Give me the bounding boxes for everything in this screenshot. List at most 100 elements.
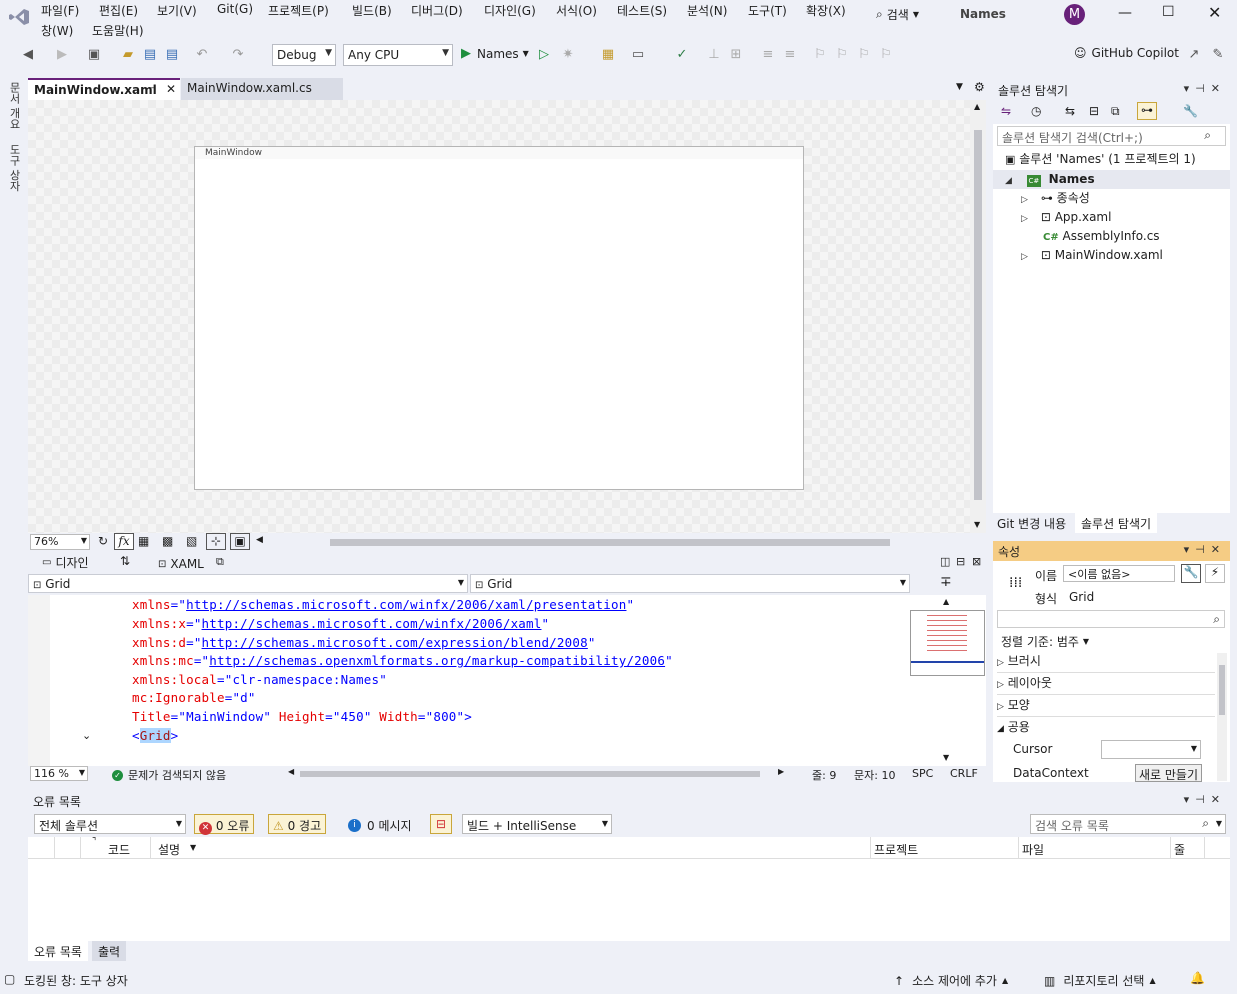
menu-help[interactable]: 도움말(H)	[92, 22, 144, 39]
minimize-icon[interactable]: —	[1118, 5, 1132, 21]
panel-controls[interactable]: ▾⊣✕	[1184, 82, 1226, 95]
refresh-icon[interactable]: ↻	[98, 534, 108, 548]
column-project[interactable]: 프로젝트	[874, 841, 918, 858]
scroll-thumb[interactable]	[974, 130, 982, 500]
notification-bell-icon[interactable]: 🔔	[1190, 971, 1205, 985]
tab-output[interactable]: 출력	[92, 941, 127, 961]
collapse-all-icon[interactable]: ⊟	[1089, 104, 1099, 118]
wrench-icon[interactable]: 🔧	[1183, 104, 1198, 118]
menu-design[interactable]: 디자인(G)	[484, 2, 536, 19]
switch-views-icon[interactable]: ⇋	[1001, 104, 1011, 118]
gear-icon[interactable]: ⚙	[974, 80, 985, 94]
menu-test[interactable]: 테스트(S)	[617, 2, 667, 19]
collapse-chevron-icon[interactable]: ⌄	[82, 729, 91, 742]
warnings-filter-button[interactable]: ⚠ 0 경고	[268, 814, 327, 834]
error-search-input[interactable]: 검색 오류 목록 ⌕ ▼	[1030, 814, 1226, 834]
scope-select[interactable]: 전체 솔루션 ▼	[34, 814, 186, 834]
distribute-icon[interactable]: ⊞	[728, 47, 744, 63]
grid-icon[interactable]: ▦	[138, 534, 149, 548]
column-indicator[interactable]: 문자: 10	[854, 767, 895, 783]
tab-git-changes[interactable]: Git 변경 내용	[997, 515, 1066, 532]
xaml-code-editor[interactable]: xmlns="http://schemas.microsoft.com/winf…	[28, 595, 986, 766]
select-repository-button[interactable]: ▥ 리포지토리 선택 ▲	[1044, 972, 1156, 989]
category-brush[interactable]: ▷ 브러시	[997, 652, 1215, 673]
xaml-designer-surface[interactable]: MainWindow ▲ ▼	[28, 100, 986, 533]
column-code[interactable]: 코드	[108, 841, 130, 858]
menu-file[interactable]: 파일(F)	[41, 2, 79, 19]
errors-filter-button[interactable]: ✕ 0 오류	[194, 814, 255, 835]
line-ending-indicator[interactable]: CRLF	[950, 767, 978, 780]
tree-item-app-xaml[interactable]: ▷ ⊡ App.xaml	[1021, 208, 1111, 227]
filter-icon[interactable]: ⊟	[430, 814, 452, 834]
menu-extensions[interactable]: 확장(X)	[806, 2, 846, 19]
tab-solution-explorer[interactable]: 솔루션 탐색기	[1075, 513, 1158, 533]
column-line[interactable]: 줄	[1174, 841, 1185, 858]
swap-panes-icon[interactable]: ⇅	[120, 554, 130, 568]
preview-selected-icon[interactable]: ⊶	[1137, 102, 1157, 120]
sort-by-dropdown[interactable]: 정렬 기준: 범주 ▼	[1001, 633, 1089, 650]
properties-search-input[interactable]: ⌕	[997, 610, 1225, 628]
scroll-left-icon[interactable]: ◀	[256, 535, 263, 545]
undo-icon[interactable]: ↶	[194, 47, 210, 63]
tab-mainwindow-xaml-cs[interactable]: MainWindow.xaml.cs	[181, 78, 343, 100]
issues-indicator[interactable]: ✓ 문제가 검색되지 않음	[112, 767, 226, 783]
window-preview[interactable]: MainWindow	[194, 146, 804, 490]
events-lightning-icon[interactable]: ⚡	[1205, 564, 1225, 583]
scroll-left-icon[interactable]: ◀	[288, 767, 294, 776]
code-minimap[interactable]	[910, 610, 985, 676]
properties-wrench-icon[interactable]: 🔧	[1181, 564, 1201, 583]
menu-analyze[interactable]: 분석(N)	[687, 2, 727, 19]
scroll-thumb[interactable]	[1219, 665, 1225, 715]
zoom-select[interactable]: 76% ▼	[30, 534, 90, 550]
collapse-pane-icon[interactable]: ⊠	[972, 555, 981, 568]
element-scope-left[interactable]: ⊡ Grid ▼	[28, 574, 468, 593]
folder-view-icon[interactable]: ▦	[600, 47, 616, 63]
editor-zoom-select[interactable]: 116 % ▼	[30, 766, 88, 781]
menu-project[interactable]: 프로젝트(P)	[268, 2, 329, 19]
spellcheck-icon[interactable]: ✓	[674, 47, 690, 63]
tree-item-dependencies[interactable]: ▷ ⊶ 종속성	[1021, 189, 1090, 208]
github-copilot-button[interactable]: ☺ GitHub Copilot	[1074, 46, 1179, 60]
layout-icon[interactable]: ▭	[630, 47, 646, 63]
panel-controls[interactable]: ▾⊣✕	[1184, 543, 1226, 556]
save-all-icon[interactable]: ▤	[164, 47, 180, 63]
category-common[interactable]: ◢ 공용	[997, 718, 1215, 739]
line-indicator[interactable]: 줄: 9	[812, 767, 836, 783]
new-datacontext-button[interactable]: 새로 만들기	[1135, 764, 1203, 782]
menu-git[interactable]: Git(G)	[217, 2, 253, 16]
maximize-icon[interactable]: ☐	[1162, 4, 1175, 20]
scroll-right-icon[interactable]: ▶	[778, 767, 784, 776]
horizontal-split-icon[interactable]: ⊟	[956, 555, 965, 568]
category-layout[interactable]: ▷ 레이아웃	[997, 674, 1215, 695]
forward-icon[interactable]: ▶	[54, 47, 70, 63]
panel-controls[interactable]: ▾⊣✕	[1184, 793, 1226, 806]
scroll-down-icon[interactable]: ▼	[974, 520, 980, 529]
align-icon[interactable]: ⊥	[706, 47, 722, 63]
feedback-icon[interactable]: ✎	[1210, 47, 1226, 63]
show-all-files-icon[interactable]: ⧉	[1111, 104, 1120, 119]
scroll-down-icon[interactable]: ▼	[943, 753, 949, 762]
cursor-select[interactable]: ▼	[1101, 740, 1201, 759]
tab-error-list[interactable]: 오류 목록	[28, 941, 88, 961]
close-icon[interactable]: ✕	[1208, 3, 1221, 22]
tab-design[interactable]: ▭ 디자인	[42, 554, 89, 571]
open-folder-icon[interactable]: ▰	[120, 47, 136, 63]
menu-format[interactable]: 서식(O)	[556, 2, 597, 19]
fx-toggle[interactable]: fx	[114, 533, 134, 550]
menu-tools[interactable]: 도구(T)	[748, 2, 787, 19]
element-scope-right[interactable]: ⊡ Grid ▼	[470, 574, 910, 593]
tree-solution-root[interactable]: ▣ 솔루션 'Names' (1 프로젝트의 1)	[1005, 150, 1196, 169]
sync-icon[interactable]: ⇆	[1065, 104, 1075, 118]
snap-grid-icon[interactable]: ▩	[162, 534, 173, 548]
config-select[interactable]: Debug ▼	[272, 44, 336, 66]
close-tab-icon[interactable]: ✕	[166, 82, 176, 96]
scroll-up-icon[interactable]: ▲	[974, 102, 980, 111]
bookmark-next-icon[interactable]: ⚐	[856, 47, 872, 63]
menu-build[interactable]: 빌드(B)	[352, 2, 392, 19]
redo-icon[interactable]: ↷	[230, 47, 246, 63]
solution-search-input[interactable]: 솔루션 탐색기 검색(Ctrl+;) ⌕	[997, 126, 1226, 146]
tab-overflow-icon[interactable]: ▼	[956, 82, 963, 92]
scroll-up-icon[interactable]: ▲	[943, 597, 949, 606]
menu-view[interactable]: 보기(V)	[157, 2, 197, 19]
history-icon[interactable]: ◷	[1031, 104, 1041, 118]
